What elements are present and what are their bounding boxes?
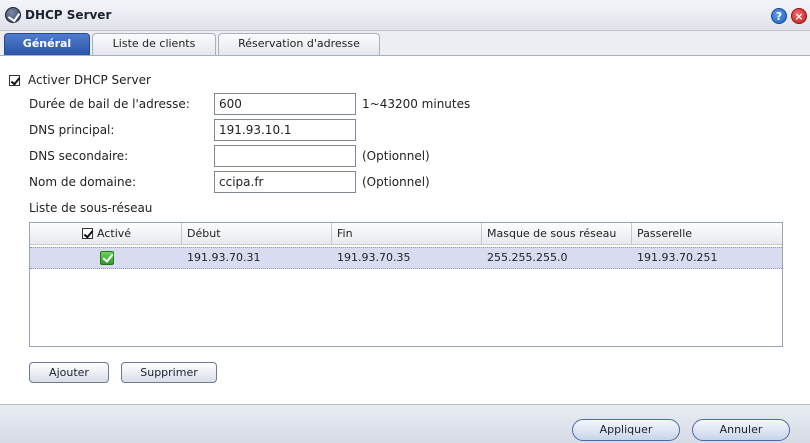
domain-input[interactable]	[214, 171, 356, 193]
dns-secondary-input[interactable]	[214, 145, 356, 167]
lease-input[interactable]	[214, 93, 356, 115]
active-check-icon[interactable]	[100, 251, 114, 265]
dns-primary-input[interactable]	[214, 119, 356, 141]
lease-label: Durée de bail de l'adresse:	[29, 97, 190, 111]
close-icon[interactable]: ×	[791, 8, 807, 24]
column-header-active[interactable]: Activé	[92, 223, 180, 245]
help-icon[interactable]: ?	[771, 8, 787, 24]
cancel-button[interactable]: Annuler	[692, 419, 790, 441]
subnet-list-label: Liste de sous-réseau	[29, 201, 153, 215]
enable-dhcp-checkbox[interactable]	[9, 75, 20, 86]
table-header: Activé Début Fin Masque de sous réseau P…	[30, 223, 782, 245]
domain-hint: (Optionnel)	[362, 175, 430, 189]
remove-button[interactable]: Supprimer	[121, 362, 217, 383]
cell-end: 191.93.70.35	[337, 251, 411, 264]
column-header-end[interactable]: Fin	[331, 223, 481, 245]
lease-hint: 1~43200 minutes	[362, 97, 471, 111]
dns-secondary-label: DNS secondaire:	[29, 149, 129, 163]
column-header-mask[interactable]: Masque de sous réseau	[481, 223, 631, 245]
column-header-start[interactable]: Début	[181, 223, 331, 245]
tab-address-reservation[interactable]: Réservation d'adresse	[218, 33, 380, 55]
enable-dhcp-label: Activer DHCP Server	[28, 73, 151, 87]
apply-button[interactable]: Appliquer	[572, 419, 680, 441]
dns-primary-label: DNS principal:	[29, 123, 115, 137]
column-header-gateway[interactable]: Passerelle	[631, 223, 781, 245]
domain-label: Nom de domaine:	[29, 175, 137, 189]
subnet-table: Activé Début Fin Masque de sous réseau P…	[29, 222, 783, 347]
table-row[interactable]: 191.93.70.31 191.93.70.35 255.255.255.0 …	[30, 247, 782, 269]
add-button[interactable]: Ajouter	[29, 362, 109, 383]
cell-gateway: 191.93.70.251	[637, 251, 718, 264]
tab-general[interactable]: Général	[4, 33, 90, 55]
dns-secondary-hint: (Optionnel)	[362, 149, 430, 163]
cell-start: 191.93.70.31	[187, 251, 261, 264]
title-bar: DHCP Server ? ×	[0, 0, 810, 31]
cell-mask: 255.255.255.0	[487, 251, 568, 264]
app-icon	[5, 7, 21, 23]
footer-bar: Appliquer Annuler	[0, 404, 810, 443]
window-title: DHCP Server	[25, 8, 112, 22]
tab-client-list[interactable]: Liste de clients	[92, 33, 216, 55]
tab-bar: Général Liste de clients Réservation d'a…	[0, 31, 810, 56]
